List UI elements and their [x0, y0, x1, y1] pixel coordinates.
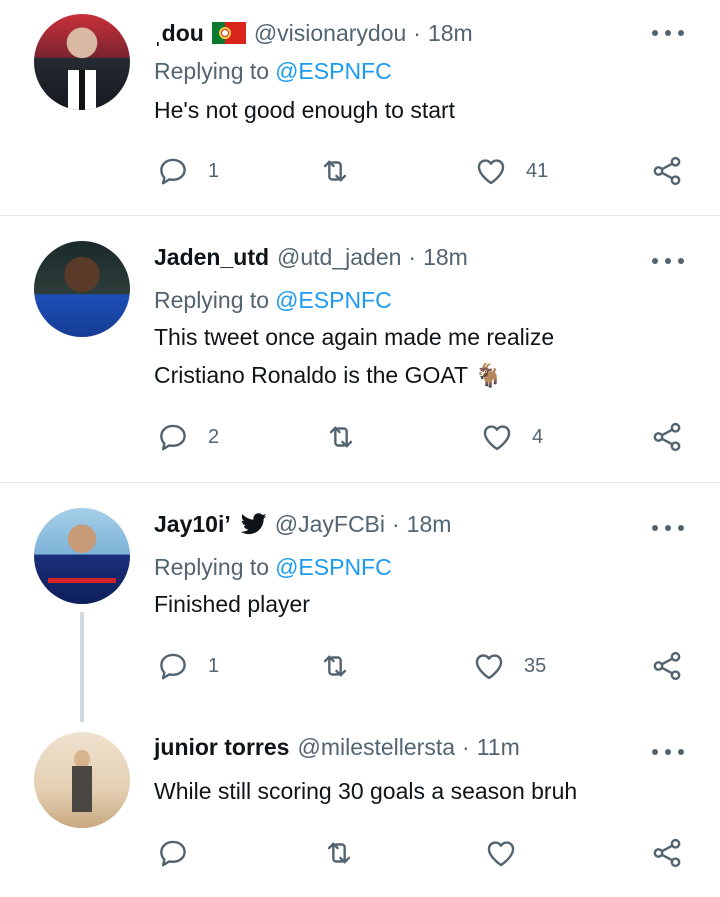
tweet[interactable]: Jay10i’ @JayFCBi · 18m Replying to @ESPNF… — [0, 483, 720, 720]
bird-icon — [240, 513, 267, 535]
mention-link[interactable]: @ESPNFC — [275, 287, 392, 313]
share-button[interactable] — [650, 153, 684, 189]
more-options-icon[interactable] — [652, 523, 684, 533]
retweet-icon — [318, 649, 352, 683]
like-count: 4 — [532, 425, 544, 448]
avatar[interactable] — [34, 14, 130, 110]
user-handle[interactable]: @utd_jaden — [277, 244, 401, 271]
timestamp[interactable]: 11m — [477, 734, 520, 761]
share-button[interactable] — [650, 648, 684, 684]
reply-icon — [156, 420, 190, 454]
like-button[interactable]: 35 — [472, 648, 546, 684]
user-handle[interactable]: @milestellersta — [297, 734, 455, 761]
share-button[interactable] — [650, 419, 684, 455]
more-options-icon[interactable] — [652, 747, 684, 757]
replying-to-label: Replying to — [154, 58, 270, 84]
user-handle[interactable]: @JayFCBi — [275, 511, 385, 538]
more-options-icon[interactable] — [652, 256, 684, 266]
avatar[interactable] — [34, 732, 130, 828]
tweet-text-line: This tweet once again made me realize — [154, 324, 555, 350]
display-name[interactable]: Jay10i’ — [154, 511, 231, 538]
timestamp[interactable]: 18m — [407, 511, 452, 538]
replying-to-label: Replying to — [154, 554, 270, 580]
portugal-flag-icon — [211, 22, 246, 44]
reply-button[interactable]: 1 — [156, 648, 219, 684]
replying-to-label: Replying to — [154, 287, 270, 313]
heart-icon — [472, 649, 506, 683]
share-button[interactable] — [650, 835, 684, 871]
mention-link[interactable]: @ESPNFC — [275, 58, 392, 84]
retweet-button[interactable] — [322, 835, 356, 871]
reply-count: 1 — [208, 159, 220, 182]
timestamp[interactable]: 18m — [428, 20, 473, 47]
like-count: 35 — [524, 654, 547, 677]
tweet-text-line: He's not good enough to start — [154, 97, 456, 123]
heart-icon — [474, 154, 508, 188]
share-icon — [650, 649, 684, 683]
reply-count: 2 — [208, 425, 220, 448]
mention-link[interactable]: @ESPNFC — [275, 554, 392, 580]
tweet[interactable]: Jaden_utd @utd_jaden · 18m Replying to @E… — [0, 216, 720, 482]
reply-button[interactable]: 1 — [156, 153, 219, 189]
display-name[interactable]: junior torres — [154, 734, 289, 761]
like-button[interactable] — [484, 835, 518, 871]
like-button[interactable]: 4 — [480, 419, 543, 455]
reply-button[interactable] — [156, 835, 190, 871]
replying-to: Replying to @ESPNFC — [154, 554, 392, 581]
tweet-text: He's not good enough to start — [154, 91, 455, 129]
display-name[interactable]: ˌdou — [154, 20, 204, 47]
display-name[interactable]: Jaden_utd — [154, 244, 269, 271]
avatar[interactable] — [34, 241, 130, 337]
retweet-button[interactable] — [324, 419, 358, 455]
reply-icon — [156, 649, 190, 683]
replying-to: Replying to @ESPNFC — [154, 287, 392, 314]
tweet[interactable]: junior torres @milestellersta · 11m Whil… — [0, 720, 720, 897]
like-button[interactable]: 41 — [474, 153, 548, 189]
reply-count: 1 — [208, 654, 220, 677]
separator: · — [392, 510, 400, 537]
retweet-icon — [318, 154, 352, 188]
timestamp[interactable]: 18m — [423, 244, 468, 271]
separator: · — [413, 19, 421, 46]
share-icon — [650, 420, 684, 454]
retweet-icon — [322, 836, 356, 870]
tweet[interactable]: ˌdou @visionarydou · 18m Replying to @ESP… — [0, 0, 720, 215]
share-icon — [650, 154, 684, 188]
user-handle[interactable]: @visionarydou — [254, 20, 406, 47]
tweet-text: While still scoring 30 goals a season br… — [154, 772, 577, 810]
tweet-text-line: While still scoring 30 goals a season br… — [154, 778, 578, 804]
avatar[interactable] — [34, 508, 130, 604]
reply-icon — [156, 836, 190, 870]
heart-icon — [480, 420, 514, 454]
more-options-icon[interactable] — [652, 28, 684, 38]
reply-button[interactable]: 2 — [156, 419, 219, 455]
heart-icon — [484, 836, 518, 870]
tweet-text-line: Finished player — [154, 591, 310, 617]
like-count: 41 — [526, 159, 549, 182]
tweet-text-line: Cristiano Ronaldo is the GOAT 🐐 — [154, 362, 503, 388]
retweet-icon — [324, 420, 358, 454]
share-icon — [650, 836, 684, 870]
retweet-button[interactable] — [318, 648, 352, 684]
reply-icon — [156, 154, 190, 188]
retweet-button[interactable] — [318, 153, 352, 189]
tweet-text: Finished player — [154, 585, 310, 623]
separator: · — [408, 243, 417, 270]
replying-to: Replying to @ESPNFC — [154, 58, 392, 85]
tweet-text: This tweet once again made me realize Cr… — [154, 318, 554, 394]
separator: · — [462, 733, 470, 760]
